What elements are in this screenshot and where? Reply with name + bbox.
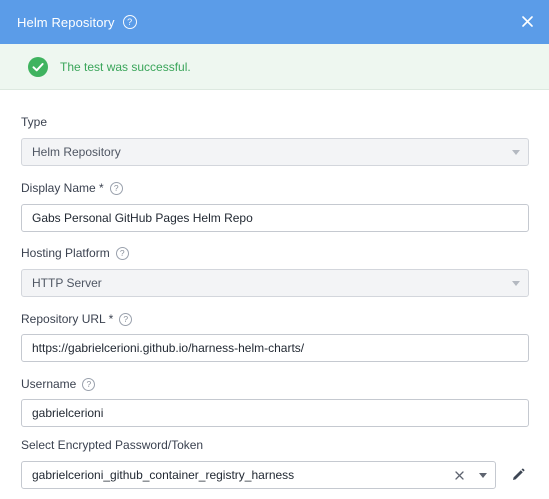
hosting-platform-label-text: Hosting Platform bbox=[21, 246, 110, 260]
success-message: The test was successful. bbox=[60, 59, 191, 74]
help-icon[interactable]: ? bbox=[119, 312, 133, 326]
help-icon[interactable]: ? bbox=[109, 181, 123, 195]
repository-url-label-text: Repository URL * bbox=[21, 312, 114, 326]
password-label-text: Select Encrypted Password/Token bbox=[21, 438, 204, 452]
help-icon[interactable]: ? bbox=[122, 15, 137, 29]
password-select[interactable]: gabrielcerioni_github_container_registry… bbox=[21, 461, 496, 489]
clear-icon[interactable] bbox=[453, 469, 465, 481]
type-value: Helm Repository bbox=[32, 145, 121, 159]
close-icon[interactable] bbox=[518, 12, 536, 30]
help-icon[interactable]: ? bbox=[82, 377, 96, 391]
repository-url-label: Repository URL * ? bbox=[21, 312, 133, 326]
username-label-text: Username bbox=[21, 377, 77, 391]
hosting-platform-label: Hosting Platform ? bbox=[21, 246, 129, 260]
help-icon[interactable]: ? bbox=[115, 246, 129, 260]
display-name-label: Display Name * ? bbox=[21, 181, 123, 195]
hosting-platform-value: HTTP Server bbox=[32, 276, 102, 290]
repository-url-input[interactable]: https://gabrielcerioni.github.io/harness… bbox=[21, 334, 529, 362]
password-value: gabrielcerioni_github_container_registry… bbox=[32, 468, 295, 482]
check-circle-icon bbox=[28, 56, 48, 77]
hosting-platform-select: HTTP Server bbox=[21, 269, 529, 297]
display-name-value: Gabs Personal GitHub Pages Helm Repo bbox=[32, 211, 253, 225]
chevron-down-icon bbox=[512, 281, 520, 286]
dialog-title: Helm Repository bbox=[17, 14, 115, 30]
dialog-header: Helm Repository ? bbox=[0, 0, 549, 44]
type-label: Type bbox=[21, 115, 47, 129]
repository-url-value: https://gabrielcerioni.github.io/harness… bbox=[32, 341, 305, 355]
username-input[interactable]: gabrielcerioni bbox=[21, 399, 529, 427]
pencil-icon[interactable] bbox=[510, 467, 526, 483]
chevron-down-icon[interactable] bbox=[479, 473, 487, 478]
display-name-label-text: Display Name * bbox=[21, 181, 104, 195]
username-label: Username ? bbox=[21, 377, 96, 391]
username-value: gabrielcerioni bbox=[32, 406, 104, 420]
type-label-text: Type bbox=[21, 115, 48, 129]
display-name-input[interactable]: Gabs Personal GitHub Pages Helm Repo bbox=[21, 204, 529, 232]
success-banner: The test was successful. bbox=[0, 44, 549, 90]
type-select: Helm Repository bbox=[21, 138, 529, 166]
password-label: Select Encrypted Password/Token bbox=[21, 438, 203, 452]
chevron-down-icon bbox=[512, 150, 520, 155]
